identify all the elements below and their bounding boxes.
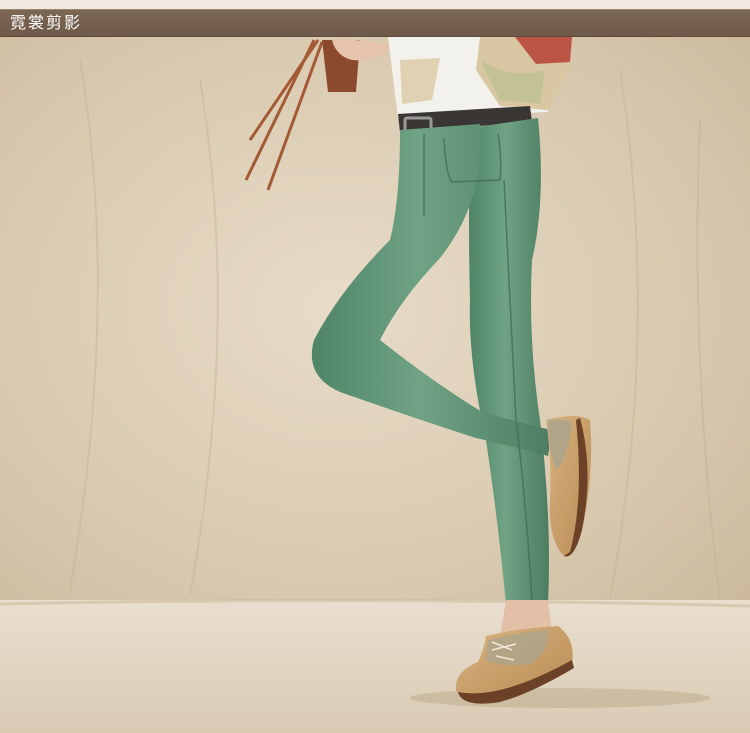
section-header-bar: 霓裳剪影 [0, 9, 750, 37]
product-photo-panel: 霓裳剪影 [0, 0, 750, 733]
section-title: 霓裳剪影 [10, 13, 83, 32]
floor [0, 600, 750, 733]
model-photo [0, 37, 750, 733]
floor-shadow [410, 688, 710, 708]
